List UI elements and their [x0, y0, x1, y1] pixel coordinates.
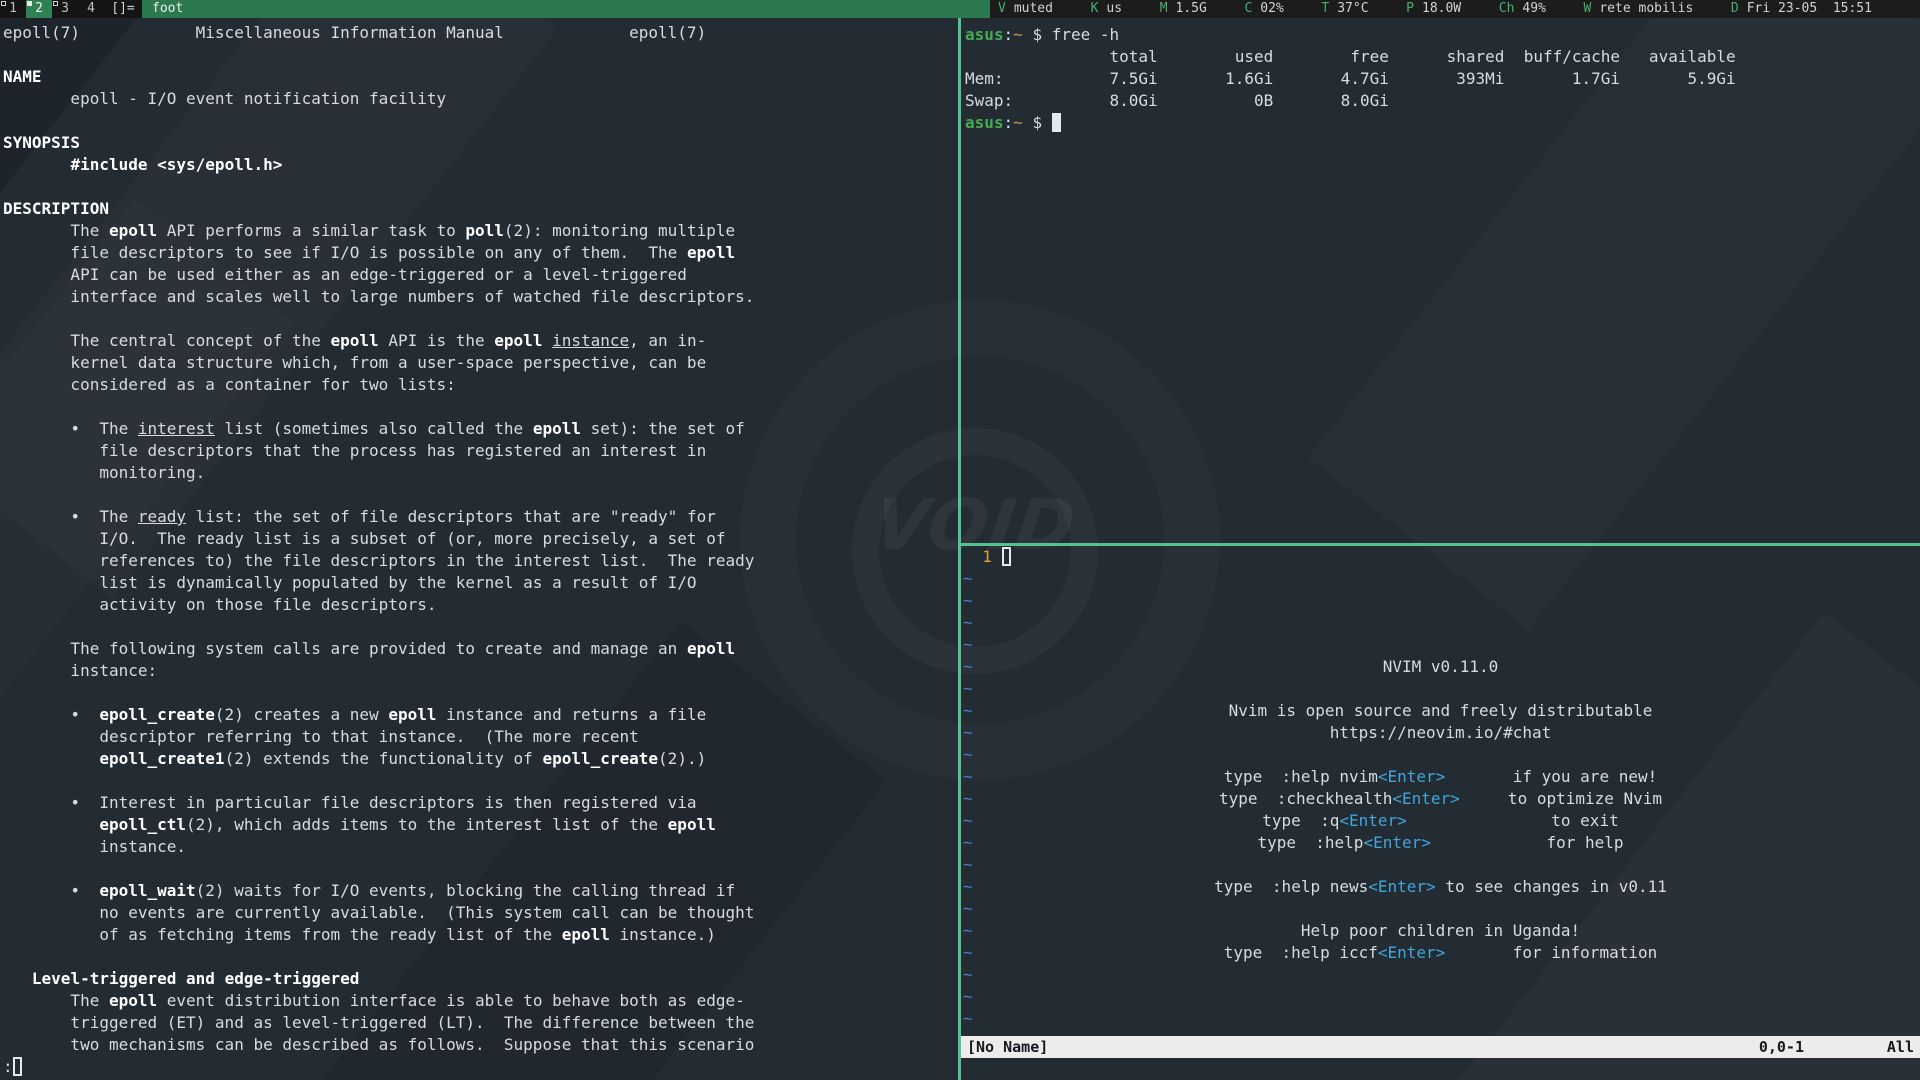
status-battery-charge: Ch49% [1499, 0, 1546, 18]
window-border-horizontal[interactable] [961, 543, 1920, 546]
status-network: Wrete mobilis [1584, 0, 1694, 18]
workspace-label: 2 [35, 1, 43, 16]
workspace-tag-3[interactable]: 3 [52, 0, 78, 18]
nvim-window[interactable]: 1 ~~~~~~~~~~~~~~~~~~~~~ NVIM v0.11.0Nvim… [961, 546, 1920, 1080]
shell-output: asus:~ $ free -h total used free shared … [965, 24, 1920, 134]
workspace-label: 3 [61, 1, 69, 16]
status-modules: Vmuted Kus M1.5G C02% T37°C P18.0W Ch49%… [990, 0, 1920, 18]
status-memory: M1.5G [1160, 0, 1207, 18]
nvim-ruler: 0,0-1 [1759, 1036, 1804, 1058]
status-clock: DFri 23-05 15:51 [1731, 0, 1872, 18]
workspace-occupied-marker [27, 1, 32, 6]
nvim-message-line [961, 1058, 1920, 1080]
focused-window-title: foot [142, 0, 990, 18]
nvim-scroll-position: All [1887, 1036, 1914, 1058]
layout-indicator[interactable]: []= [104, 0, 142, 18]
man-page-terminal[interactable]: epoll(7) Miscellaneous Information Manua… [0, 18, 958, 1080]
workspace-tag-1[interactable]: 1 [0, 0, 26, 18]
nvim-intro-message: NVIM v0.11.0Nvim is open source and free… [961, 656, 1920, 964]
status-power: P18.0W [1406, 0, 1461, 18]
status-temperature: T37°C [1321, 0, 1368, 18]
workspace-label: 1 [9, 1, 17, 16]
workspace-occupied-marker [1, 1, 6, 6]
nvim-statusline: [No Name] 0,0-1 All [961, 1036, 1920, 1058]
status-cpu: C02% [1244, 0, 1283, 18]
status-bar: 1 2 3 4 []= foot Vmuted Kus M1.5G C02% T… [0, 0, 1920, 18]
workspace-tag-4[interactable]: 4 [78, 0, 104, 18]
workspace-tag-2-active[interactable]: 2 [26, 0, 52, 18]
window-title-text: foot [152, 1, 183, 16]
window-border-vertical[interactable] [958, 18, 961, 1080]
man-page-content: epoll(7) Miscellaneous Information Manua… [3, 22, 958, 1078]
status-volume: Vmuted [998, 0, 1053, 18]
workspace-occupied-marker [53, 1, 58, 6]
shell-terminal[interactable]: asus:~ $ free -h total used free shared … [961, 18, 1920, 543]
status-keyboard-layout: Kus [1091, 0, 1122, 18]
nvim-buffer-name: [No Name] [961, 1038, 1048, 1056]
workspace-label: 4 [87, 1, 95, 16]
